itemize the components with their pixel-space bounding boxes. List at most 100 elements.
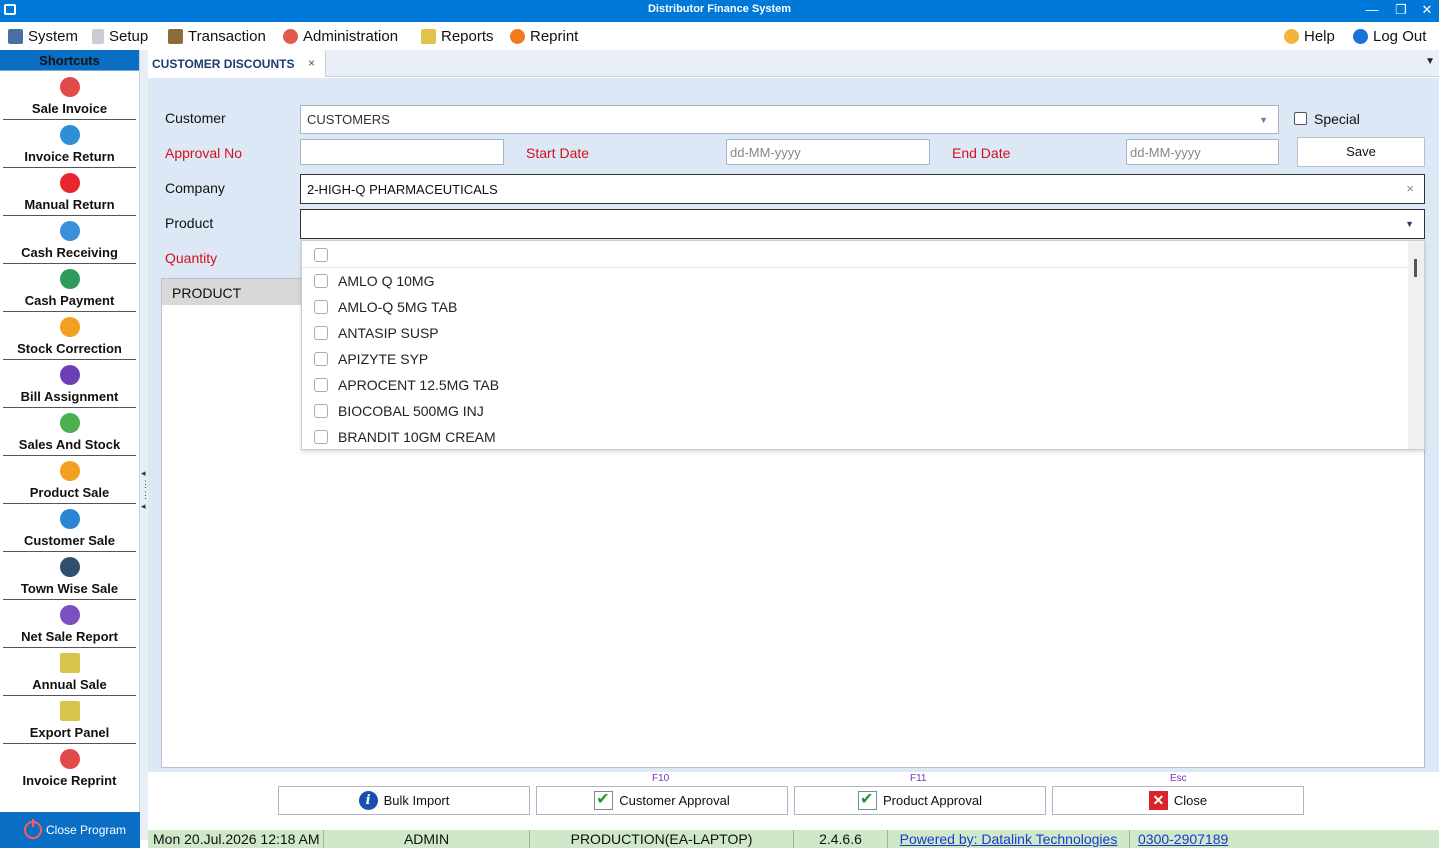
window-title: Distributor Finance System	[647, 3, 792, 15]
tab-strip: CUSTOMER DISCOUNTS × ▼	[148, 50, 1439, 77]
shortcut-product-sale[interactable]: Product Sale	[3, 456, 136, 504]
clear-icon[interactable]: ×	[1406, 181, 1414, 196]
menu-label: Setup	[109, 27, 149, 45]
close-window-button[interactable]: ✕	[1413, 0, 1439, 22]
company-select[interactable]: 2-HIGH-Q PHARMACEUTICALS ×	[300, 174, 1425, 204]
close-program-button[interactable]: Close Program	[0, 812, 140, 848]
menu-setup[interactable]: Setup	[92, 26, 148, 46]
bulk-import-button[interactable]: i Bulk Import	[278, 786, 530, 815]
powered-by-text[interactable]: Powered by: Datalink Technologies	[900, 831, 1118, 847]
scrollbar-thumb[interactable]	[1414, 259, 1417, 277]
customer-select[interactable]: CUSTOMERS ▼	[300, 105, 1279, 134]
end-date-input[interactable]: dd-MM-yyyy	[1126, 139, 1279, 165]
product-dropdown-list[interactable]: AMLO Q 10MG AMLO-Q 5MG TAB ANTASIP SUSP …	[301, 240, 1425, 450]
special-checkbox[interactable]	[1294, 112, 1307, 125]
option-checkbox[interactable]	[314, 300, 328, 314]
menu-bar: System Setup Transaction Administration …	[0, 22, 1439, 50]
shortcut-label: Annual Sale	[32, 677, 107, 692]
shortcut-invoice-return[interactable]: Invoice Return	[3, 120, 136, 168]
save-button[interactable]: Save	[1297, 137, 1425, 167]
customer-approval-button[interactable]: Customer Approval	[536, 786, 788, 815]
approval-no-input[interactable]	[300, 139, 504, 165]
status-powered-by-link[interactable]: Powered by: Datalink Technologies	[888, 830, 1130, 848]
special-label: Special	[1314, 111, 1360, 127]
shortcut-stock-correction[interactable]: Stock Correction	[3, 312, 136, 360]
menu-reprint[interactable]: Reprint	[510, 26, 578, 46]
shortcut-sale-invoice[interactable]: Sale Invoice	[3, 72, 136, 120]
option-checkbox[interactable]	[314, 326, 328, 340]
shortcut-manual-return[interactable]: Manual Return	[3, 168, 136, 216]
product-select[interactable]: ▼	[300, 209, 1425, 239]
button-label: Customer Approval	[619, 793, 730, 808]
option-label: APROCENT 12.5MG TAB	[338, 377, 500, 393]
quantity-label: Quantity	[165, 250, 218, 266]
shortcut-label: Customer Sale	[23, 533, 116, 548]
shortcut-invoice-reprint[interactable]: Invoice Reprint	[3, 744, 136, 792]
dropdown-option[interactable]: APROCENT 12.5MG TAB	[302, 372, 1410, 398]
dropdown-scrollbar[interactable]	[1408, 241, 1424, 449]
shortcut-net-sale-report[interactable]: Net Sale Report	[3, 600, 136, 648]
export-panel-icon	[60, 701, 80, 721]
shortcut-key-label: F10	[652, 773, 670, 784]
invoice-reprint-icon	[60, 749, 80, 769]
shortcut-customer-sale[interactable]: Customer Sale	[3, 504, 136, 552]
sidebar-splitter[interactable]: ◂ ⋮ ⋮ ◂	[140, 50, 150, 840]
dropdown-option[interactable]: AMLO Q 10MG	[302, 268, 1410, 294]
tab-customer-discounts[interactable]: CUSTOMER DISCOUNTS ×	[148, 50, 326, 77]
menu-help[interactable]: Help	[1284, 26, 1335, 46]
shortcut-town-wise-sale[interactable]: Town Wise Sale	[3, 552, 136, 600]
select-all-checkbox[interactable]	[314, 248, 328, 262]
dropdown-option[interactable]: ANTASIP SUSP	[302, 320, 1410, 346]
close-program-label: Close Program	[46, 823, 127, 837]
menu-transaction[interactable]: Transaction	[168, 26, 266, 46]
shortcut-label: Bill Assignment	[20, 389, 119, 404]
select-all-row[interactable]	[302, 241, 1410, 268]
start-date-input[interactable]: dd-MM-yyyy	[726, 139, 930, 165]
chevron-down-icon: ▼	[1405, 219, 1414, 229]
grid-column-header[interactable]: PRODUCT	[162, 279, 302, 305]
status-phone-link[interactable]: 0300-2907189	[1130, 830, 1439, 848]
shortcut-cash-receiving[interactable]: Cash Receiving	[3, 216, 136, 264]
close-icon: ✕	[1148, 791, 1168, 810]
option-label: APIZYTE SYP	[338, 351, 429, 367]
shortcut-label: Cash Payment	[24, 293, 115, 308]
shortcut-cash-payment[interactable]: Cash Payment	[3, 264, 136, 312]
tab-list-chevron-icon[interactable]: ▼	[1425, 56, 1435, 67]
option-checkbox[interactable]	[314, 274, 328, 288]
menu-label: Transaction	[188, 27, 266, 45]
menu-label: Reprint	[530, 27, 579, 45]
shortcut-bill-assignment[interactable]: Bill Assignment	[3, 360, 136, 408]
start-date-placeholder: dd-MM-yyyy	[730, 144, 801, 160]
option-checkbox[interactable]	[314, 430, 328, 444]
dropdown-option[interactable]: BIOCOBAL 500MG INJ	[302, 398, 1410, 424]
shortcut-label: Product Sale	[29, 485, 110, 500]
shortcut-key-label: F11	[910, 773, 927, 784]
shortcut-sales-and-stock[interactable]: Sales And Stock	[3, 408, 136, 456]
menu-system[interactable]: System	[8, 26, 78, 46]
option-label: BIOCOBAL 500MG INJ	[338, 403, 484, 419]
phone-text[interactable]: 0300-2907189	[1138, 831, 1228, 847]
option-checkbox[interactable]	[314, 352, 328, 366]
document-icon	[92, 28, 104, 44]
shortcut-export-panel[interactable]: Export Panel	[3, 696, 136, 744]
option-label: AMLO-Q 5MG TAB	[338, 299, 458, 315]
dropdown-option[interactable]: APIZYTE SYP	[302, 346, 1410, 372]
menu-reports[interactable]: Reports	[421, 26, 494, 46]
title-bar: Distributor Finance System — ❐ ✕	[0, 0, 1439, 22]
option-checkbox[interactable]	[314, 404, 328, 418]
menu-administration[interactable]: Administration	[283, 26, 398, 46]
tab-close-icon[interactable]: ×	[308, 56, 315, 70]
dropdown-option[interactable]: AMLO-Q 5MG TAB	[302, 294, 1410, 320]
start-date-label: Start Date	[526, 145, 590, 161]
shortcut-label: Invoice Reprint	[22, 773, 117, 788]
dropdown-option[interactable]: BRANDIT 10GM CREAM	[302, 424, 1410, 449]
restore-button[interactable]: ❐	[1387, 0, 1415, 22]
product-approval-button[interactable]: Product Approval	[794, 786, 1046, 815]
close-button[interactable]: ✕ Close	[1052, 786, 1304, 815]
menu-logout[interactable]: Log Out	[1353, 26, 1426, 46]
minimize-button[interactable]: —	[1358, 0, 1386, 22]
shortcut-annual-sale[interactable]: Annual Sale	[3, 648, 136, 696]
info-icon: i	[358, 791, 378, 810]
option-checkbox[interactable]	[314, 378, 328, 392]
shortcut-label: Manual Return	[24, 197, 115, 212]
